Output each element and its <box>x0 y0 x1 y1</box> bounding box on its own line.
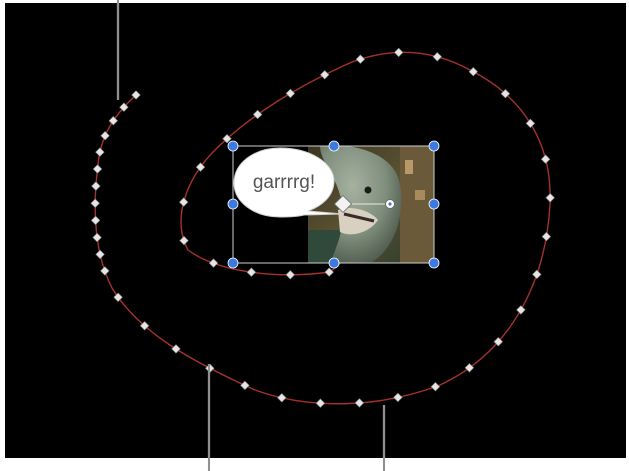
resize-handle-top[interactable] <box>328 140 340 152</box>
resize-handle-right[interactable] <box>428 198 440 210</box>
resize-handle-top-right[interactable] <box>428 140 440 152</box>
canvas[interactable]: garrrrg! <box>0 0 629 471</box>
rotation-handle-dot <box>388 202 392 206</box>
speech-bubble-text: garrrrg! <box>253 172 315 193</box>
resize-handle-bottom[interactable] <box>328 257 340 269</box>
resize-handle-bottom-left[interactable] <box>227 257 239 269</box>
resize-handle-bottom-right[interactable] <box>428 257 440 269</box>
resize-handle-top-left[interactable] <box>227 140 239 152</box>
resize-handle-left[interactable] <box>227 198 239 210</box>
